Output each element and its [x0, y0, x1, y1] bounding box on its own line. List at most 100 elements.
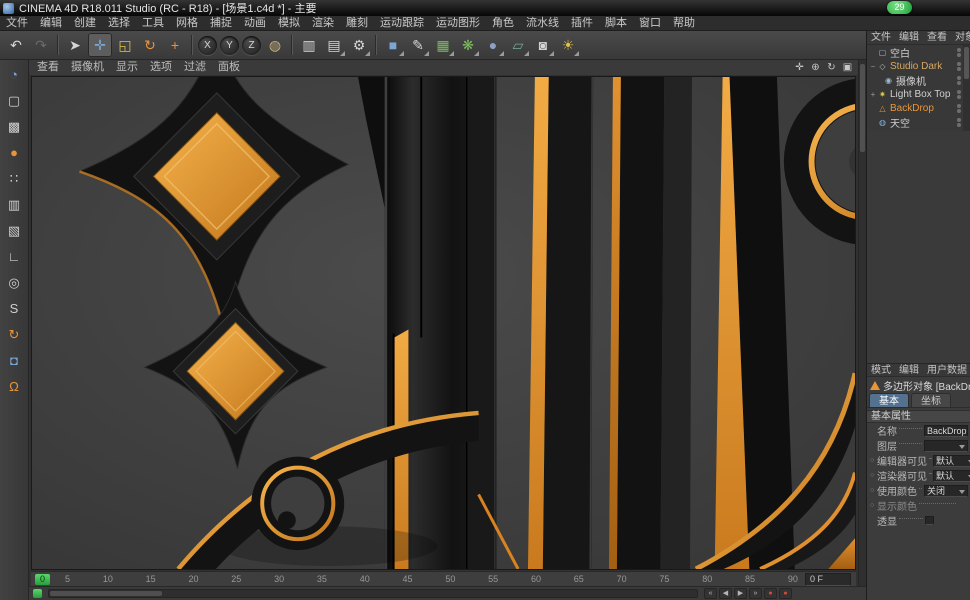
visibility-dots[interactable]	[957, 61, 961, 71]
render-settings-button[interactable]: ⚙	[347, 33, 371, 57]
timeline-scrollbar-thumb[interactable]	[50, 591, 162, 596]
undo-button[interactable]: ↶	[4, 33, 28, 57]
menu-pipeline[interactable]: 流水线	[520, 16, 565, 31]
visibility-dots[interactable]	[957, 47, 961, 57]
edges-mode-button[interactable]: ▥	[2, 193, 26, 216]
vp-menu-options[interactable]: 选项	[144, 60, 178, 75]
move-tool-button[interactable]: ✛	[88, 33, 112, 57]
om-menu-objects[interactable]: 对象	[951, 31, 970, 44]
zoom-view-icon[interactable]: ⊕	[809, 62, 822, 73]
object-row-sky[interactable]: ◍ 天空	[867, 115, 963, 130]
subdivision-surface-button[interactable]: ▦	[431, 33, 455, 57]
om-menu-view[interactable]: 查看	[923, 31, 951, 44]
menu-sculpt[interactable]: 雕刻	[340, 16, 374, 31]
menu-plugins[interactable]: 插件	[565, 16, 599, 31]
menu-simulate[interactable]: 模拟	[272, 16, 306, 31]
menu-snap[interactable]: 捕捉	[204, 16, 238, 31]
menu-window[interactable]: 窗口	[633, 16, 667, 31]
om-menu-edit[interactable]: 编辑	[895, 31, 923, 44]
rotate-tool-button[interactable]: ↻	[138, 33, 162, 57]
add-primitive-cube-button[interactable]: ■	[381, 33, 405, 57]
toggle-view-icon[interactable]: ▣	[841, 62, 854, 73]
current-frame-field[interactable]: 0 F	[805, 573, 851, 586]
make-editable-button[interactable]: ◔	[2, 63, 26, 86]
workplane-mode-button[interactable]: ●	[2, 141, 26, 164]
vp-menu-view[interactable]: 查看	[31, 60, 65, 75]
vp-menu-panel[interactable]: 面板	[212, 60, 246, 75]
last-tool-button[interactable]: +	[163, 33, 187, 57]
enable-axis-button[interactable]: ∟	[2, 245, 26, 268]
vp-menu-cameras[interactable]: 摄像机	[65, 60, 110, 75]
redo-button[interactable]: ↷	[29, 33, 53, 57]
scrollbar-thumb[interactable]	[860, 64, 865, 152]
am-menu-mode[interactable]: 模式	[867, 364, 895, 376]
editor-visibility-dropdown[interactable]: 默认	[933, 454, 970, 467]
object-row-backdrop[interactable]: △ BackDrop	[867, 101, 963, 115]
expander[interactable]: −	[869, 62, 877, 71]
object-row-light-box-top[interactable]: + ✷ Light Box Top	[867, 87, 963, 101]
range-start-marker[interactable]	[33, 589, 42, 598]
am-menu-user-data[interactable]: 用户数据	[923, 364, 970, 376]
menu-mograph[interactable]: 运动图形	[430, 16, 486, 31]
object-row-studio-dark[interactable]: − ◇ Studio Dark	[867, 59, 963, 73]
menu-mesh[interactable]: 网格	[170, 16, 204, 31]
viewport-canvas[interactable]	[31, 76, 856, 570]
menu-tools[interactable]: 工具	[136, 16, 170, 31]
model-mode-button[interactable]: ▢	[2, 89, 26, 112]
record-icon[interactable]: ●	[764, 588, 777, 599]
scrollbar-thumb[interactable]	[964, 47, 969, 79]
live-selection-button[interactable]: ➤	[63, 33, 87, 57]
orbit-view-icon[interactable]: ↻	[825, 62, 838, 73]
menu-render[interactable]: 渲染	[306, 16, 340, 31]
coordinate-system-button[interactable]: ◍	[263, 33, 287, 57]
lock-x-axis-button[interactable]: X	[198, 35, 217, 55]
menu-script[interactable]: 脚本	[599, 16, 633, 31]
vertical-scrollbar[interactable]	[858, 60, 866, 586]
timeline-playhead[interactable]: 0	[35, 574, 50, 585]
play-reverse-icon[interactable]: ◀	[719, 588, 732, 599]
vp-menu-display[interactable]: 显示	[110, 60, 144, 75]
scale-tool-button[interactable]: ◱	[113, 33, 137, 57]
object-tree-scrollbar[interactable]	[963, 45, 970, 131]
timeline-scrollbar[interactable]	[48, 589, 698, 598]
points-mode-button[interactable]: ∷	[2, 167, 26, 190]
keyframe-dot[interactable]: ○	[870, 472, 877, 479]
menu-animate[interactable]: 动画	[238, 16, 272, 31]
object-row-camera[interactable]: ◉ 摄像机	[867, 73, 963, 88]
menu-file[interactable]: 文件	[0, 16, 34, 31]
snap-button[interactable]: S	[2, 297, 26, 320]
pan-view-icon[interactable]: ✛	[793, 62, 806, 73]
render-picture-viewer-button[interactable]: ▤	[322, 33, 346, 57]
title-bar[interactable]: CINEMA 4D R18.011 Studio (RC - R18) - [场…	[0, 0, 970, 16]
menu-create[interactable]: 创建	[68, 16, 102, 31]
camera-tool-button[interactable]: ◙	[531, 33, 555, 57]
tab-basic[interactable]: 基本	[869, 393, 909, 407]
render-view-button[interactable]: ▥	[297, 33, 321, 57]
visibility-dots[interactable]	[957, 75, 961, 85]
lock-z-axis-button[interactable]: Z	[242, 35, 261, 55]
name-input[interactable]: BackDrop	[924, 424, 968, 437]
deformer-button[interactable]: ●	[481, 33, 505, 57]
menu-character[interactable]: 角色	[486, 16, 520, 31]
visibility-dots[interactable]	[957, 89, 961, 99]
om-menu-file[interactable]: 文件	[867, 31, 895, 44]
timeline-ruler[interactable]: 0 5 10 15 20 25 30 35 40 45 50 55 60 65 …	[31, 571, 856, 586]
play-icon[interactable]: ▶	[734, 588, 747, 599]
keyframe-dot[interactable]: ○	[870, 457, 877, 464]
polygons-mode-button[interactable]: ▧	[2, 219, 26, 242]
lock-workplane-button[interactable]: ◘	[2, 349, 26, 372]
menu-motion-tracker[interactable]: 运动跟踪	[374, 16, 430, 31]
menu-select[interactable]: 选择	[102, 16, 136, 31]
render-visibility-dropdown[interactable]: 默认	[933, 469, 970, 482]
xray-checkbox[interactable]	[925, 516, 934, 525]
vp-menu-filter[interactable]: 过滤	[178, 60, 212, 75]
object-row-null[interactable]: ▢ 空白	[867, 45, 963, 60]
viewport-solo-button[interactable]: ◎	[2, 271, 26, 294]
goto-start-icon[interactable]: «	[704, 588, 717, 599]
layer-input[interactable]	[924, 439, 968, 452]
visibility-dots[interactable]	[957, 117, 961, 127]
menu-help[interactable]: 帮助	[667, 16, 701, 31]
lock-y-axis-button[interactable]: Y	[220, 35, 239, 55]
texture-mode-button[interactable]: ▩	[2, 115, 26, 138]
goto-end-icon[interactable]: »	[749, 588, 762, 599]
